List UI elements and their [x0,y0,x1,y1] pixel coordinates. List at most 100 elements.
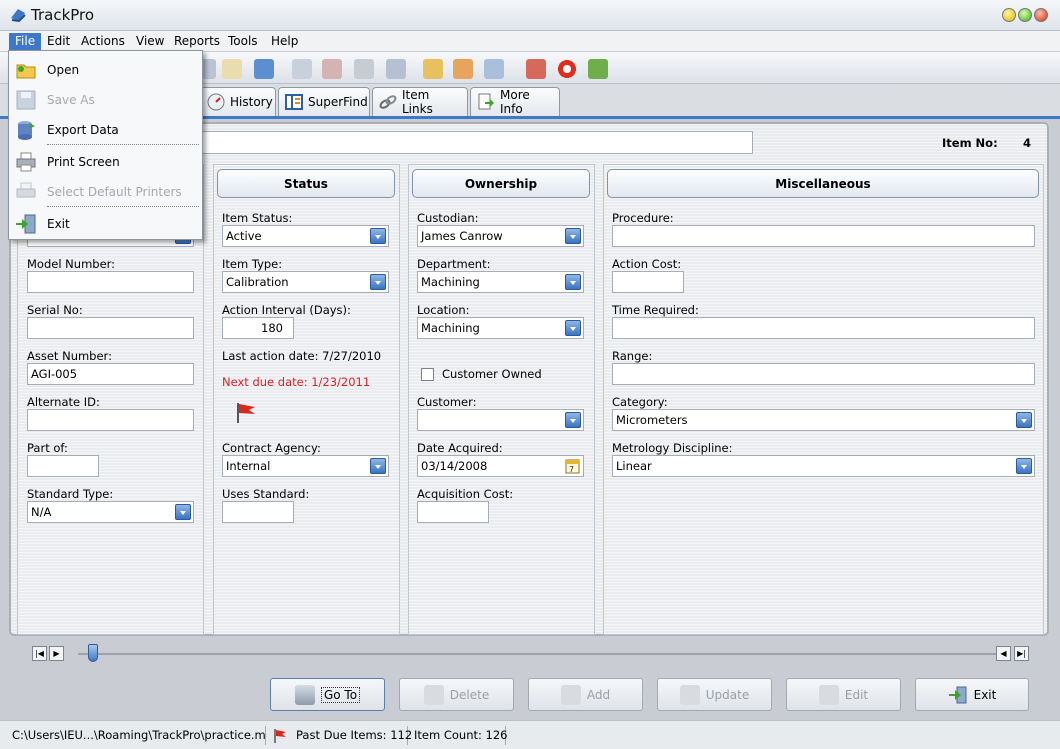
procedure-field[interactable] [612,225,1035,247]
red-flag-icon [234,401,258,428]
minimize-button[interactable] [1002,8,1016,22]
delete-record-icon [423,684,444,705]
toolbar-delete-record-icon[interactable] [322,59,342,79]
chevron-down-icon[interactable] [175,504,191,520]
action-cost-field[interactable] [612,271,684,293]
update-record-icon [679,684,700,705]
chevron-down-icon[interactable] [370,228,386,244]
toolbar-database-icon[interactable] [354,59,374,79]
add-button[interactable]: Add [528,678,643,711]
first-record-icon[interactable]: |◀ [32,646,47,661]
chevron-down-icon[interactable] [565,274,581,290]
toolbar-help-lifebuoy-icon[interactable] [557,59,577,79]
tab-item-links[interactable]: Item Links [372,87,468,116]
toolbar-import-icon[interactable] [423,59,443,79]
chevron-down-icon[interactable] [370,458,386,474]
edit-button[interactable]: Edit [786,678,901,711]
calendar-icon[interactable]: 7 [565,458,580,476]
delete-button[interactable]: Delete [399,678,514,711]
file-menu-print-screen[interactable]: Print Screen [9,149,202,175]
department-dropdown[interactable]: Machining [417,271,584,293]
go-to-button[interactable]: Go To [270,678,385,711]
previous-record-icon[interactable]: ▶ [49,646,64,661]
category-label: Category: [612,395,668,409]
status-panel: Status Item Status: Active Item Type: Ca… [213,164,400,635]
menu-reports[interactable]: Reports [168,33,226,50]
toolbar-tools-icon[interactable] [526,59,546,79]
item-type-dropdown[interactable]: Calibration [222,271,389,293]
tab-superfind[interactable]: SuperFind [278,87,370,116]
asset-number-field[interactable]: AGI-005 [27,363,194,385]
menu-separator [47,206,199,207]
customer-owned-checkbox[interactable] [421,368,434,381]
exit-button[interactable]: Exit [915,678,1029,711]
record-navigator: |◀ ▶ ◀ ▶| [9,640,1049,672]
toolbar-edit-icon[interactable] [484,59,504,79]
maximize-button[interactable] [1018,8,1032,22]
close-button[interactable] [1034,8,1048,22]
file-menu-dropdown: Open Save As Export Data Print Screen Se… [8,50,203,240]
status-header: Status [217,169,395,198]
menu-help[interactable]: Help [265,33,304,50]
toolbar-ruler-icon[interactable] [222,59,242,79]
metrology-discipline-dropdown[interactable]: Linear [612,455,1035,477]
toolbar-add-record-icon[interactable] [292,59,312,79]
uses-standard-field[interactable] [222,501,294,523]
record-slider-thumb[interactable] [88,644,98,662]
item-count: Item Count: 126 [410,726,507,745]
menu-view[interactable]: View [130,33,170,50]
update-button[interactable]: Update [657,678,772,711]
tab-more-info[interactable]: More Info [470,87,560,116]
model-number-field[interactable] [27,271,194,293]
menu-actions[interactable]: Actions [75,33,131,50]
date-acquired-field[interactable]: 03/14/2008 7 [417,455,584,477]
file-menu-exit[interactable]: Exit [9,211,202,237]
next-due-date: Next due date: 1/23/2011 [222,375,371,389]
contract-agency-dropdown[interactable]: Internal [222,455,389,477]
serial-no-field[interactable] [27,317,194,339]
part-of-field[interactable] [27,455,99,477]
item-status-label: Item Status: [222,211,293,225]
customer-owned-label: Customer Owned [442,367,542,381]
chevron-down-icon[interactable] [1016,412,1032,428]
time-required-field[interactable] [612,317,1035,339]
menu-tools[interactable]: Tools [222,33,264,50]
folder-icon [15,59,37,81]
toolbar-notebook-icon[interactable] [254,59,274,79]
chevron-down-icon[interactable] [370,274,386,290]
action-interval-field[interactable]: 180 [222,317,294,339]
toolbar-exit-icon[interactable] [588,59,608,79]
file-menu-select-default-printers[interactable]: Select Default Printers [9,179,202,205]
location-dropdown[interactable]: Machining [417,317,584,339]
alternate-id-field[interactable] [27,409,194,431]
database-export-icon [15,119,37,141]
toolbar-save-icon[interactable] [386,59,406,79]
toolbar-export-icon[interactable] [453,59,473,79]
department-label: Department: [417,257,491,271]
file-menu-save-as[interactable]: Save As [9,87,202,113]
tab-history[interactable]: History [200,87,276,116]
exit-door-icon [15,213,37,235]
standard-type-dropdown[interactable]: N/A [27,501,194,523]
next-record-icon[interactable]: ◀ [996,646,1011,661]
file-menu-export-data[interactable]: Export Data [9,117,202,143]
file-menu-open[interactable]: Open [9,57,202,83]
chevron-down-icon[interactable] [565,320,581,336]
chevron-down-icon[interactable] [565,228,581,244]
chevron-down-icon[interactable] [1016,458,1032,474]
menu-file[interactable]: File [9,33,42,50]
description-field[interactable] [201,131,753,154]
custodian-dropdown[interactable]: James Canrow [417,225,584,247]
last-record-icon[interactable]: ▶| [1014,646,1029,661]
customer-dropdown[interactable] [417,409,584,431]
last-action-date: Last action date: 7/27/2010 [222,349,382,363]
uses-standard-label: Uses Standard: [222,487,310,501]
range-field[interactable] [612,363,1035,385]
menu-edit[interactable]: Edit [41,33,76,50]
item-status-dropdown[interactable]: Active [222,225,389,247]
acquisition-cost-field[interactable] [417,501,489,523]
category-dropdown[interactable]: Micrometers [612,409,1035,431]
part-of-label: Part of: [27,441,68,455]
chevron-down-icon[interactable] [565,412,581,428]
record-slider-track[interactable] [78,653,996,655]
